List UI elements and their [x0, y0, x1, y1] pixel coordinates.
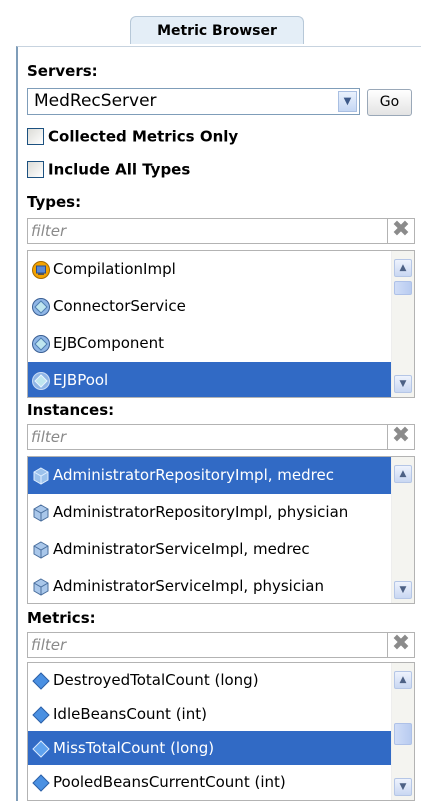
- metrics-filter-input[interactable]: [28, 633, 373, 657]
- server-select-value: MedRecServer: [34, 91, 157, 111]
- include-all-types-checkbox[interactable]: [27, 161, 44, 178]
- cube-icon: [33, 577, 49, 596]
- instances-filter-input[interactable]: [28, 425, 373, 449]
- metrics-scrollbar[interactable]: ▲ ▼: [391, 663, 414, 800]
- instances-list-item[interactable]: AdministratorRepositoryImpl, medrec: [28, 457, 391, 494]
- types-list-item-compilationimpl[interactable]: CompilationImpl: [28, 251, 391, 288]
- metrics-list-item[interactable]: DestroyedTotalCount (long): [28, 663, 391, 697]
- metrics-scroll-thumb[interactable]: [394, 723, 412, 745]
- go-button[interactable]: Go: [367, 89, 412, 116]
- types-label: Types:: [27, 193, 82, 211]
- metrics-list: DestroyedTotalCount (long) IdleBeansCoun…: [27, 662, 415, 801]
- include-all-types-option[interactable]: Include All Types: [27, 160, 190, 179]
- cube-icon: [33, 466, 49, 485]
- scroll-down-icon[interactable]: ▼: [394, 375, 412, 393]
- type-circle-icon: [32, 334, 50, 353]
- scroll-down-icon[interactable]: ▼: [394, 581, 412, 599]
- instances-list-item[interactable]: AdministratorRepositoryImpl, physician: [28, 494, 391, 531]
- metrics-label: Metrics:: [27, 609, 96, 627]
- servers-label: Servers:: [27, 62, 98, 80]
- metrics-list-item[interactable]: MissTotalCount (long): [28, 731, 391, 765]
- instances-list-item[interactable]: AdministratorServiceImpl, medrec: [28, 531, 391, 568]
- diamond-icon: [32, 773, 50, 792]
- instances-list-item[interactable]: AdministratorServiceImpl, physician: [28, 568, 391, 603]
- types-scroll-thumb[interactable]: [394, 281, 412, 295]
- types-clear-filter-icon[interactable]: ✖: [387, 218, 414, 244]
- types-list-item-connectorservice[interactable]: ConnectorService: [28, 288, 391, 325]
- diamond-icon: [32, 705, 50, 724]
- collected-metrics-only-checkbox[interactable]: [27, 128, 44, 145]
- instances-label: Instances:: [27, 401, 115, 419]
- server-select[interactable]: MedRecServer ▼: [27, 88, 360, 115]
- scroll-up-icon[interactable]: ▲: [394, 465, 412, 483]
- instances-clear-filter-icon[interactable]: ✖: [387, 424, 414, 450]
- include-all-types-label: Include All Types: [48, 160, 191, 179]
- types-list-item-ejbcomponent[interactable]: EJBComponent: [28, 325, 391, 362]
- type-circle-icon: [32, 371, 50, 390]
- instances-filter: ✖: [27, 424, 415, 450]
- compilation-icon: [32, 260, 50, 279]
- cube-icon: [33, 540, 49, 559]
- instances-scrollbar[interactable]: ▲ ▼: [391, 457, 414, 603]
- metrics-clear-filter-icon[interactable]: ✖: [387, 632, 414, 658]
- metrics-filter: ✖: [27, 632, 415, 658]
- collected-metrics-only-label: Collected Metrics Only: [48, 127, 239, 146]
- cube-icon: [33, 503, 49, 522]
- types-scrollbar[interactable]: ▲ ▼: [391, 251, 414, 397]
- metrics-list-item[interactable]: IdleBeansCount (int): [28, 697, 391, 731]
- collected-metrics-only-option[interactable]: Collected Metrics Only: [27, 127, 238, 146]
- types-list: CompilationImpl ConnectorService EJBComp…: [27, 250, 415, 398]
- chevron-down-icon[interactable]: ▼: [338, 91, 357, 112]
- diamond-icon: [32, 739, 50, 758]
- tab-metric-browser[interactable]: Metric Browser: [130, 16, 304, 44]
- diamond-icon: [32, 671, 50, 690]
- types-filter-input[interactable]: [28, 219, 373, 243]
- metrics-list-item[interactable]: PooledBeansCurrentCount (int): [28, 765, 391, 799]
- instances-list: AdministratorRepositoryImpl, medrec Admi…: [27, 456, 415, 604]
- scroll-up-icon[interactable]: ▲: [394, 671, 412, 689]
- scroll-up-icon[interactable]: ▲: [394, 259, 412, 277]
- type-circle-icon: [32, 297, 50, 316]
- scroll-down-icon[interactable]: ▼: [394, 778, 412, 796]
- types-list-item-ejbpool[interactable]: EJBPool: [28, 362, 391, 397]
- types-filter: ✖: [27, 218, 415, 244]
